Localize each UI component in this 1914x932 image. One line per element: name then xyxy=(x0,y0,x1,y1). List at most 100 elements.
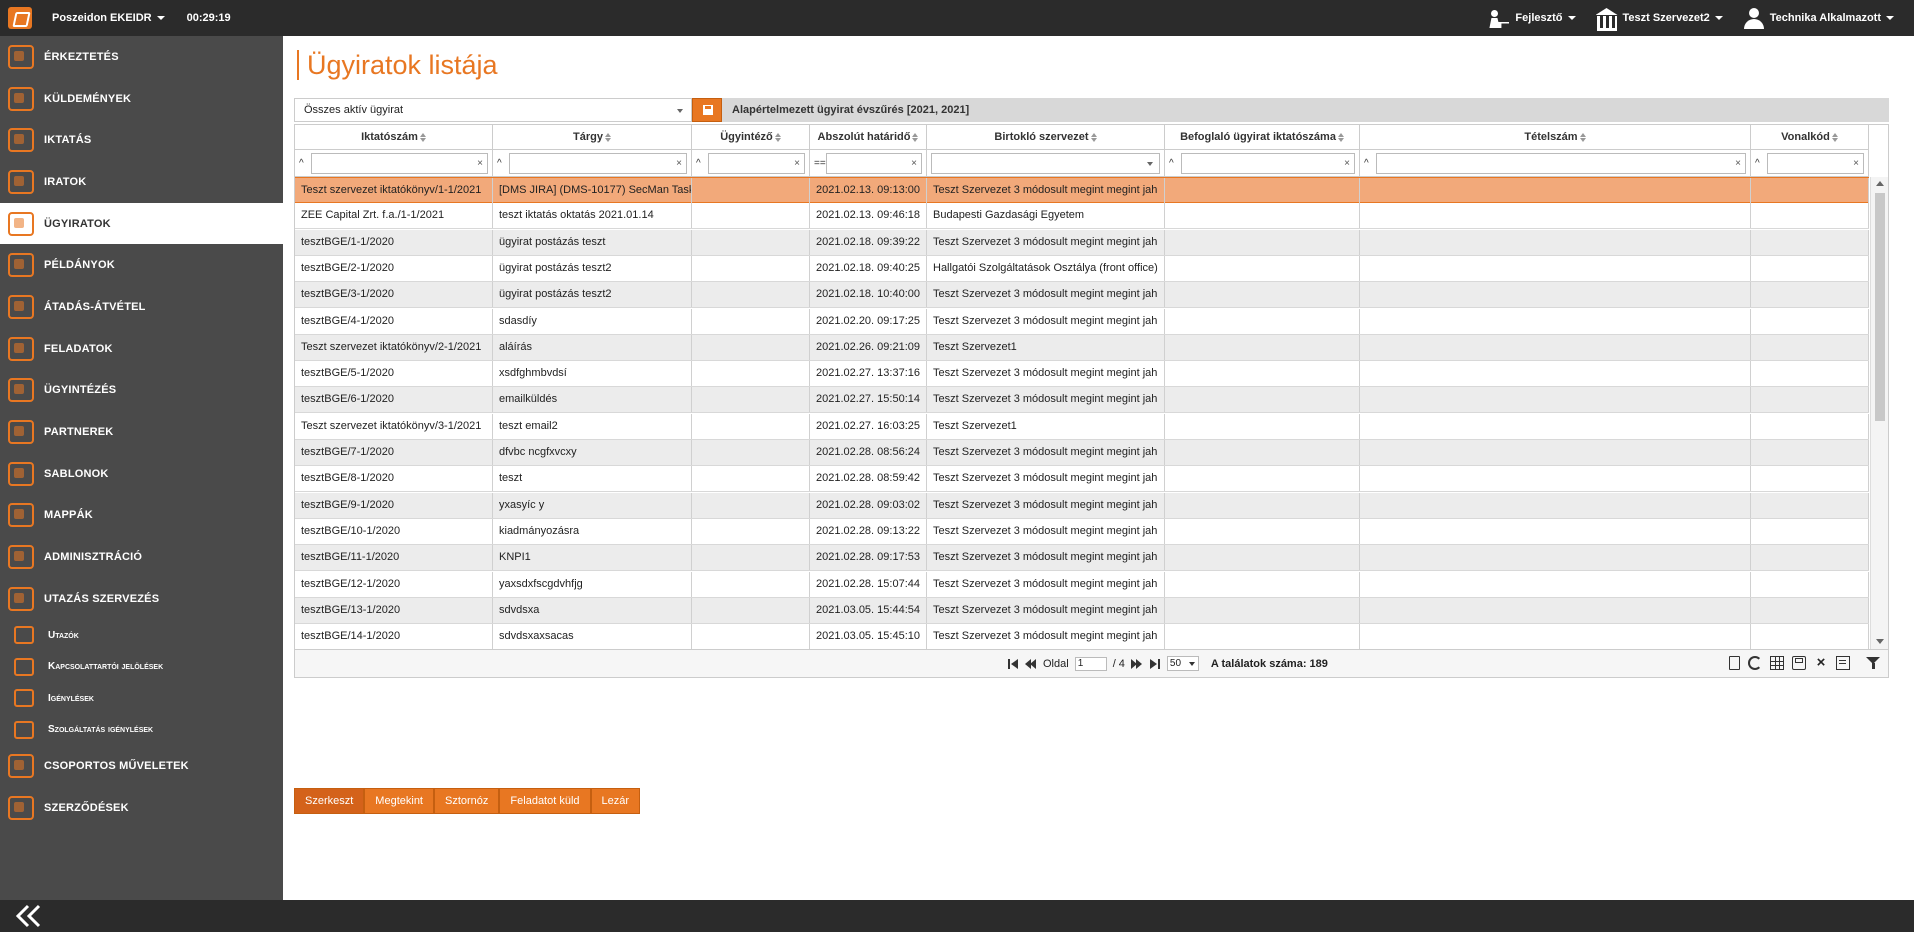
last-page-icon[interactable] xyxy=(1149,658,1161,670)
clear-icon[interactable]: × xyxy=(911,158,917,169)
columns-icon[interactable] xyxy=(1770,656,1784,670)
case-filter-select[interactable]: Összes aktív ügyirat xyxy=(294,98,692,122)
app-logo-icon[interactable] xyxy=(8,7,32,29)
table-row[interactable]: ZEE Capital Zrt. f.a./1-1/2021 teszt ikta… xyxy=(295,203,1869,230)
sidebar-item-peldanyok[interactable]: PÉLDÁNYOK xyxy=(0,244,283,286)
sort-icon[interactable] xyxy=(419,132,426,142)
table-row[interactable]: tesztBGE/14-1/2020 sdvdsxaxsacas 2021.03.0… xyxy=(295,624,1869,649)
table-row[interactable]: tesztBGE/5-1/2020 xsdfghmbvdsí 2021.02.27.… xyxy=(295,361,1869,388)
filter-operator[interactable]: ^ xyxy=(1755,158,1767,169)
close-icon[interactable]: × xyxy=(1814,655,1828,670)
scroll-up-icon[interactable] xyxy=(1876,181,1884,186)
sidebar-item-szolgaltatas-igenylesek[interactable]: Szolgáltatás igénylések xyxy=(0,714,283,746)
table-row[interactable]: tesztBGE/12-1/2020 yaxsdxfscgdvhfjg 2021.0… xyxy=(295,571,1869,598)
filter-operator[interactable]: ^ xyxy=(497,158,509,169)
sidebar-item-szerzodesek[interactable]: SZERZŐDÉSEK xyxy=(0,787,283,829)
table-row[interactable]: Teszt szervezet iktatókönyv/2-1/2021 aláí… xyxy=(295,334,1869,361)
save-icon[interactable] xyxy=(1792,656,1806,670)
table-row[interactable]: tesztBGE/6-1/2020 emailküldés 2021.02.27. … xyxy=(295,387,1869,414)
filter-input[interactable] xyxy=(931,152,1160,174)
sidebar-item-mappak[interactable]: MAPPÁK xyxy=(0,495,283,537)
column-header-targy[interactable]: Tárgy xyxy=(493,125,692,150)
sidebar-item-csoportos-muveletek[interactable]: CSOPORTOS MŰVELETEK xyxy=(0,746,283,788)
sidebar-item-utazas-szervezes[interactable]: UTAZÁS SZERVEZÉS xyxy=(0,578,283,620)
vertical-scrollbar[interactable] xyxy=(1870,177,1888,649)
column-header-birtoklo-szervezet[interactable]: Birtokló szervezet xyxy=(927,125,1165,150)
sort-icon[interactable] xyxy=(1337,132,1344,142)
sidebar-item-ugyiratok[interactable]: ÜGYIRATOK xyxy=(0,202,283,245)
sidebar-item-iktatas[interactable]: IKTATÁS xyxy=(0,119,283,161)
column-header-iktatoszam[interactable]: Iktatószám xyxy=(295,125,493,150)
table-row[interactable]: tesztBGE/13-1/2020 sdvdsxa 2021.03.05. 15:… xyxy=(295,597,1869,624)
filter-input[interactable]: × xyxy=(826,152,922,174)
table-row[interactable]: tesztBGE/11-1/2020 KNPI1 2021.02.28. 09:17… xyxy=(295,545,1869,572)
clear-icon[interactable]: × xyxy=(1853,158,1859,169)
table-row[interactable]: tesztBGE/8-1/2020 teszt 2021.02.28. 08:59:… xyxy=(295,466,1869,493)
collapse-sidebar-icon[interactable] xyxy=(14,904,44,928)
sidebar-item-atadas-atvetel[interactable]: ÁTADÁS-ÁTVÉTEL xyxy=(0,286,283,328)
column-header-tetelszam[interactable]: Tételszám xyxy=(1360,125,1751,150)
sztornoz-button[interactable]: Sztornóz xyxy=(434,788,500,814)
table-row[interactable]: tesztBGE/10-1/2020 kiadmányozásra 2021.02.… xyxy=(295,518,1869,545)
table-row[interactable]: Teszt szervezet iktatókönyv/1-1/2021 [DMS… xyxy=(295,177,1869,203)
column-header-abszolut-hatarido[interactable]: Abszolút határidő xyxy=(810,125,927,150)
sidebar-item-erkeztetes[interactable]: ÉRKEZTETÉS xyxy=(0,36,283,78)
table-row[interactable]: tesztBGE/4-1/2020 sdasdíy 2021.02.20. 09:1… xyxy=(295,308,1869,335)
table-row[interactable]: tesztBGE/1-1/2020 ügyirat postázás teszt 2… xyxy=(295,229,1869,256)
sort-icon[interactable] xyxy=(1090,132,1097,142)
sidebar-item-sablonok[interactable]: SABLONOK xyxy=(0,453,283,495)
filter-operator[interactable]: ^ xyxy=(299,158,311,169)
sort-icon[interactable] xyxy=(1831,132,1838,142)
sort-icon[interactable] xyxy=(774,132,781,142)
sort-icon[interactable] xyxy=(604,132,611,142)
sidebar-item-igenylesek[interactable]: Igénylések xyxy=(0,683,283,715)
sort-icon[interactable] xyxy=(912,132,919,142)
filter-operator[interactable]: ^ xyxy=(1364,158,1376,169)
filter-input[interactable]: × xyxy=(311,152,488,174)
list-view-icon[interactable] xyxy=(1836,656,1850,670)
next-page-icon[interactable] xyxy=(1130,658,1143,670)
clear-icon[interactable]: × xyxy=(1344,158,1350,169)
page-input[interactable]: 1 xyxy=(1074,656,1107,671)
sidebar-item-ugyintezes[interactable]: ÜGYINTÉZÉS xyxy=(0,370,283,412)
previous-page-icon[interactable] xyxy=(1025,658,1037,670)
save-filter-button[interactable] xyxy=(692,98,722,122)
lezar-button[interactable]: Lezár xyxy=(590,788,641,814)
new-document-icon[interactable] xyxy=(1729,656,1740,670)
clear-icon[interactable]: × xyxy=(676,158,682,169)
filter-operator[interactable]: ^ xyxy=(1169,158,1181,169)
organization-menu[interactable]: Teszt Szervezet2 xyxy=(1596,7,1723,31)
refresh-icon[interactable] xyxy=(1748,656,1762,670)
sidebar-item-kuldemenyek[interactable]: KÜLDEMÉNYEK xyxy=(0,78,283,120)
sidebar-item-feladatok[interactable]: FELADATOK xyxy=(0,328,283,370)
app-selector[interactable]: Poszeidon EKEIDR xyxy=(52,12,165,24)
szerkeszt-button[interactable]: Szerkeszt xyxy=(294,788,365,814)
feladatot-kuld-button[interactable]: Feladatot küld xyxy=(499,788,591,814)
page-size-select[interactable]: 50 xyxy=(1166,656,1199,671)
clear-icon[interactable]: × xyxy=(477,158,483,169)
sidebar-item-utazok[interactable]: Utazók xyxy=(0,620,283,652)
sidebar-item-iratok[interactable]: IRATOK xyxy=(0,161,283,203)
first-page-icon[interactable] xyxy=(1007,658,1019,670)
scroll-down-icon[interactable] xyxy=(1876,639,1884,644)
megtekint-button[interactable]: Megtekint xyxy=(364,788,434,814)
scroll-thumb[interactable] xyxy=(1875,193,1885,421)
filter-input[interactable]: × xyxy=(708,152,805,174)
developer-menu[interactable]: Fejlesztő xyxy=(1488,7,1576,29)
filter-operator[interactable]: == xyxy=(814,158,826,169)
table-row[interactable]: tesztBGE/7-1/2020 dfvbc ncgfxvcxy 2021.02.… xyxy=(295,440,1869,466)
filter-icon[interactable] xyxy=(1866,656,1880,670)
clear-icon[interactable]: × xyxy=(1735,158,1741,169)
table-row[interactable]: tesztBGE/9-1/2020 yxasyíc y 2021.02.28. 09… xyxy=(295,492,1869,519)
table-row[interactable]: tesztBGE/2-1/2020 ügyirat postázás teszt2… xyxy=(295,255,1869,282)
sidebar-item-adminisztracio[interactable]: ADMINISZTRÁCIÓ xyxy=(0,536,283,578)
user-menu[interactable]: Technika Alkalmazott xyxy=(1743,7,1894,29)
filter-input[interactable]: × xyxy=(1181,152,1355,174)
filter-input[interactable]: × xyxy=(1767,152,1864,174)
sort-icon[interactable] xyxy=(1579,132,1586,142)
filter-operator[interactable]: ^ xyxy=(696,158,708,169)
sidebar-item-partnerek[interactable]: PARTNEREK xyxy=(0,411,283,453)
column-header-ugyintezo[interactable]: Ügyintéző xyxy=(692,125,810,150)
column-header-vonalkod[interactable]: Vonalkód xyxy=(1751,125,1869,150)
clear-icon[interactable]: × xyxy=(794,158,800,169)
